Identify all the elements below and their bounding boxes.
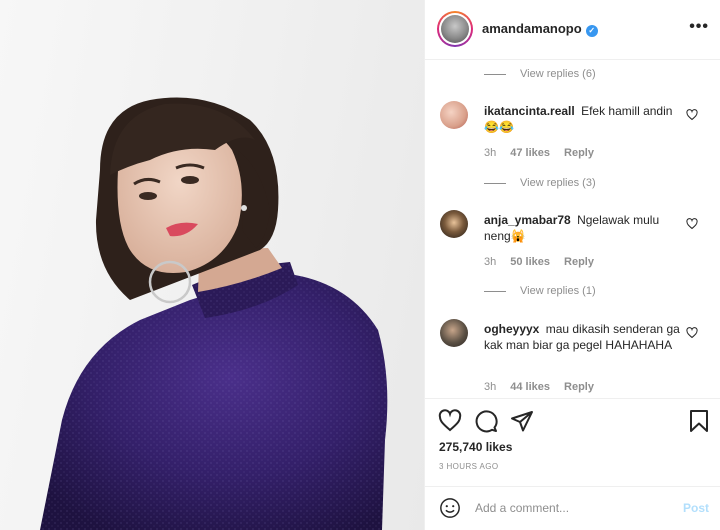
comment-likes[interactable]: 47 likes (510, 147, 550, 159)
post-header: amandamanopo ✓ ••• (425, 0, 720, 60)
view-replies-button[interactable]: View replies (6) (484, 67, 596, 81)
author-avatar[interactable] (437, 11, 473, 47)
post-side-panel: amandamanopo ✓ ••• View replies (6) ikata… (424, 0, 720, 530)
view-replies-button[interactable]: View replies (1) (484, 284, 596, 298)
comment-likes[interactable]: 50 likes (510, 256, 550, 268)
more-options-icon[interactable]: ••• (689, 18, 709, 36)
verified-badge-icon: ✓ (585, 25, 598, 37)
comment-text: ikatancinta.reall Efek hamill andin 😂😂 (484, 103, 684, 135)
comment-input[interactable]: Add a comment... (475, 501, 569, 515)
post-comment-button[interactable]: Post (683, 501, 709, 515)
author-username[interactable]: amandamanopo ✓ (482, 21, 598, 37)
reply-button[interactable]: Reply (564, 256, 594, 268)
commenter-username[interactable]: ogheyyyx (484, 322, 539, 336)
commenter-username[interactable]: anja_ymabar78 (484, 213, 571, 227)
comment-meta: 3h 50 likes Reply (484, 256, 594, 268)
heart-icon[interactable] (438, 409, 462, 433)
comment-meta: 3h 44 likes Reply (484, 381, 594, 393)
comment-likes[interactable]: 44 likes (510, 381, 550, 393)
commenter-avatar[interactable] (440, 319, 468, 347)
post-time[interactable]: 3 HOURS AGO (439, 462, 499, 471)
comment-meta: 3h 47 likes Reply (484, 147, 594, 159)
share-icon[interactable] (510, 409, 534, 433)
like-comment-heart-icon[interactable] (686, 109, 698, 121)
comment-text: anja_ymabar78 Ngelawak mulu neng🙀 (484, 212, 684, 244)
comment-time: 3h (484, 256, 497, 268)
commenter-username[interactable]: ikatancinta.reall (484, 104, 575, 118)
likes-count[interactable]: 275,740 likes (439, 440, 512, 454)
comment-icon[interactable] (474, 409, 498, 433)
reply-button[interactable]: Reply (564, 147, 594, 159)
commenter-avatar[interactable] (440, 210, 468, 238)
comment-time: 3h (484, 147, 497, 159)
comment-time: 3h (484, 381, 497, 393)
add-comment-bar: Add a comment... Post (425, 486, 720, 530)
emoji-icon[interactable] (439, 497, 461, 519)
commenter-avatar[interactable] (440, 101, 468, 129)
reply-button[interactable]: Reply (564, 381, 594, 393)
bookmark-icon[interactable] (687, 409, 711, 433)
post-photo[interactable] (0, 0, 424, 530)
comments-list[interactable]: View replies (6) ikatancinta.reall Efek … (425, 61, 720, 398)
like-comment-heart-icon[interactable] (686, 218, 698, 230)
post-actions: 275,740 likes 3 HOURS AGO (425, 398, 720, 486)
comment-text: ogheyyyx mau dikasih senderan ga kak man… (484, 321, 684, 353)
photo-illustration (40, 97, 388, 530)
view-replies-button[interactable]: View replies (3) (484, 176, 596, 190)
like-comment-heart-icon[interactable] (686, 327, 698, 339)
